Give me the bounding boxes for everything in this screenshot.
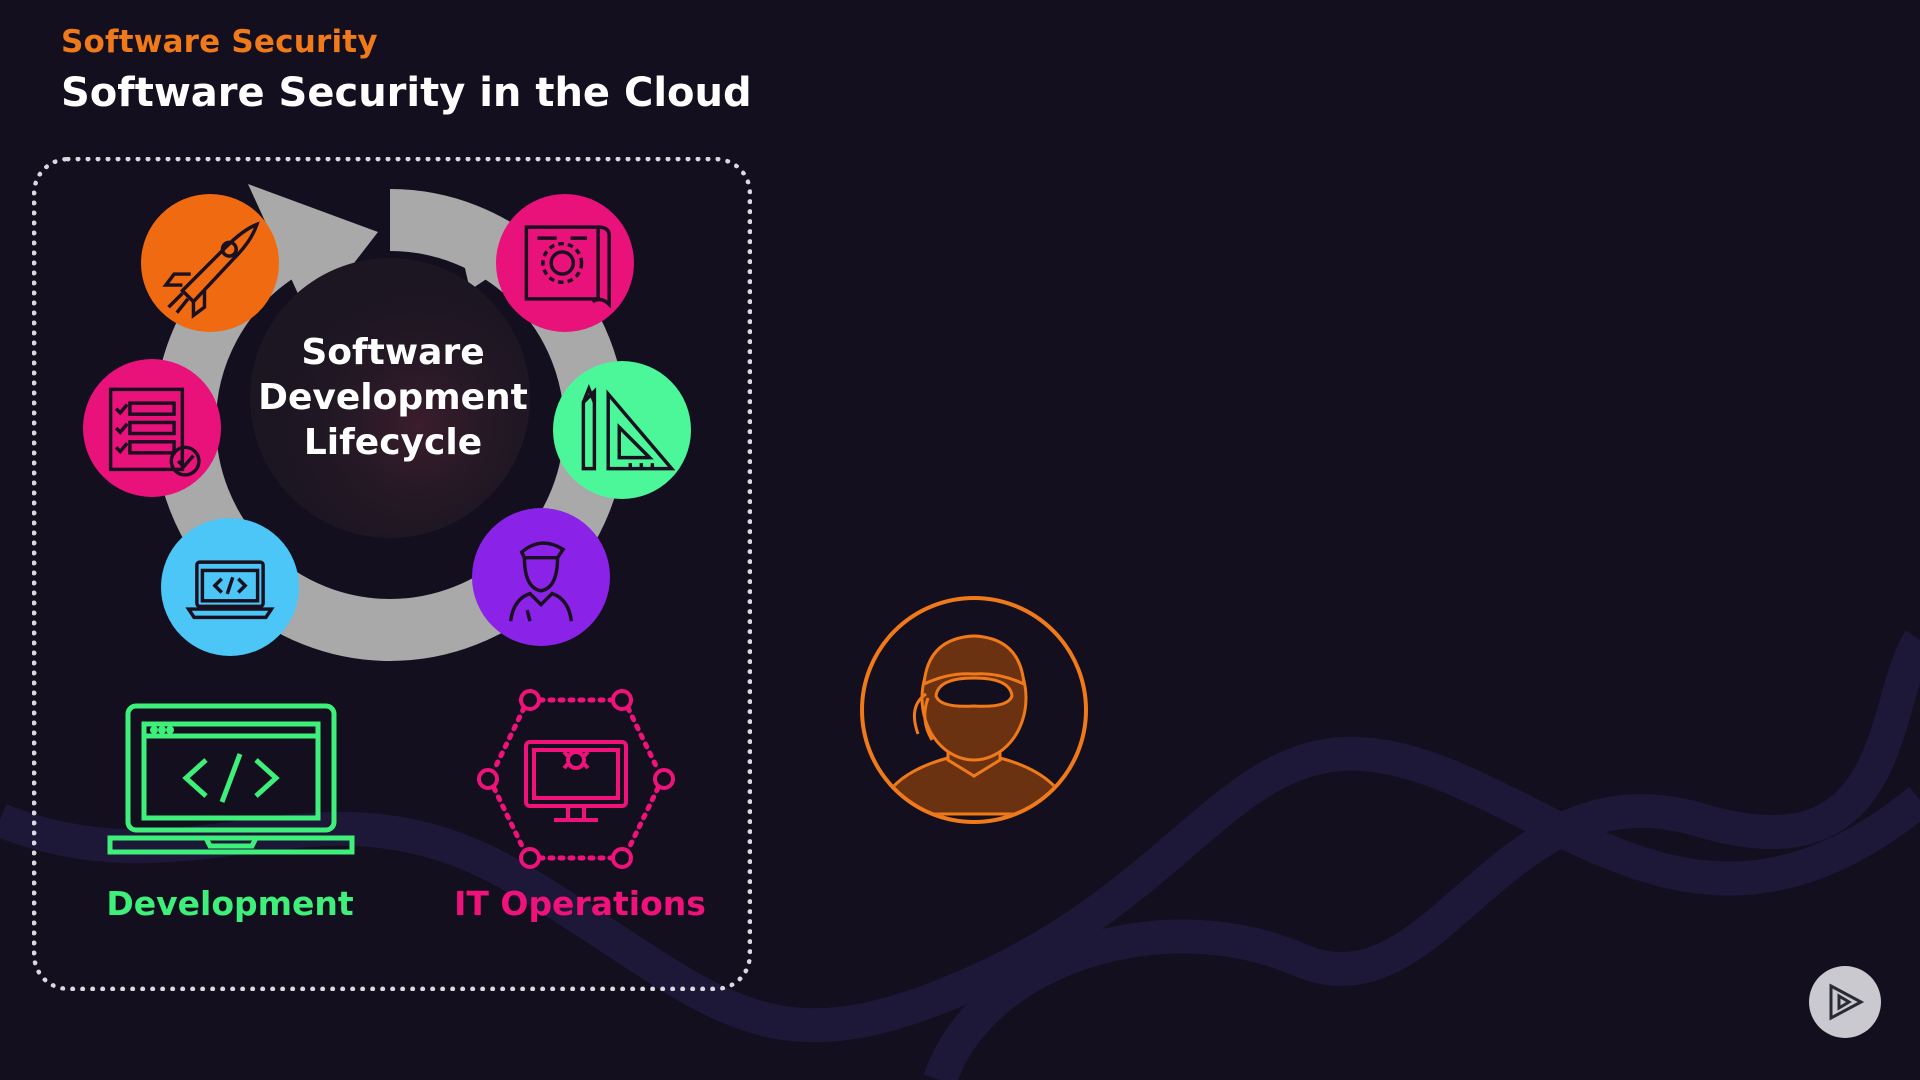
development-label: Development	[106, 884, 354, 923]
sdlc-label-line: Lifecycle	[303, 422, 483, 463]
hacker-icon	[860, 596, 1088, 824]
page-title: Software Security in the Cloud	[61, 70, 752, 116]
pencil-ruler-icon	[553, 361, 691, 499]
slide: Software Security Software Security in t…	[0, 0, 1920, 1080]
checklist-icon	[83, 359, 221, 497]
monitor-gear-network-icon	[477, 689, 675, 869]
laptop-code-icon	[161, 518, 299, 656]
play-icon	[1829, 983, 1865, 1021]
sdlc-center-label: Software Development Lifecycle	[258, 330, 528, 465]
play-button[interactable]	[1809, 966, 1881, 1038]
designer-person-icon	[472, 508, 610, 646]
sdlc-label-line: Development	[258, 377, 528, 418]
it-operations-label: IT Operations	[454, 884, 706, 923]
rocket-icon	[141, 194, 279, 332]
development-laptop-icon	[107, 703, 355, 855]
blueprint-gear-icon	[496, 194, 634, 332]
sdlc-label-line: Software	[301, 332, 485, 373]
section-kicker: Software Security	[61, 24, 378, 60]
